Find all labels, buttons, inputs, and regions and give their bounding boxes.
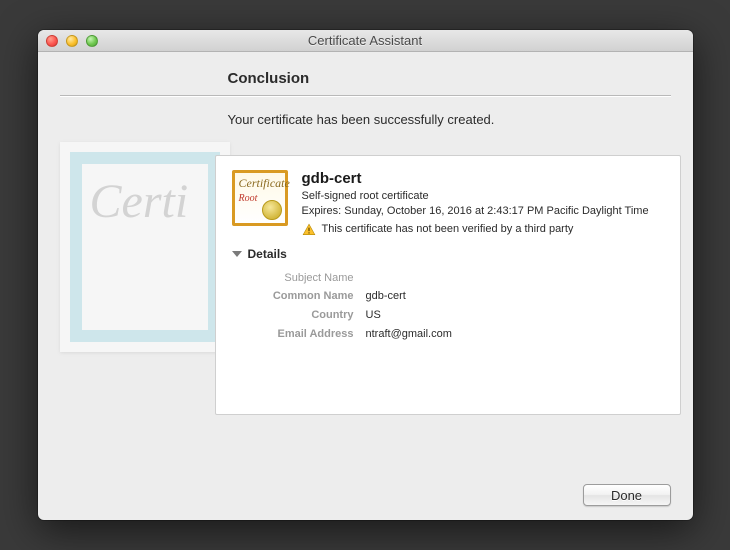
details-disclosure[interactable]: Details — [232, 247, 664, 261]
divider — [60, 95, 671, 96]
window-title: Certificate Assistant — [38, 33, 693, 48]
certificate-icon: Certificate Root — [232, 170, 288, 226]
minimize-icon[interactable] — [66, 35, 78, 47]
details-key: Email Address — [232, 325, 366, 344]
content-area: Certi Conclusion Your certificate has be… — [38, 52, 693, 520]
details-section: Subject Name — [232, 269, 366, 288]
details-value: gdb-cert — [366, 287, 406, 306]
details-row: Country US — [232, 306, 664, 325]
chevron-down-icon — [232, 251, 242, 257]
success-message: Your certificate has been successfully c… — [228, 112, 671, 127]
titlebar: Certificate Assistant — [38, 30, 693, 52]
certificate-type: Self-signed root certificate — [302, 189, 664, 204]
details-label: Details — [248, 247, 287, 261]
certificate-warning-text: This certificate has not been verified b… — [322, 222, 574, 237]
certificate-info: gdb-cert Self-signed root certificate Ex… — [302, 170, 664, 237]
warning-icon — [302, 223, 316, 237]
window-controls — [38, 35, 98, 47]
done-button[interactable]: Done — [583, 484, 671, 506]
details-row: Common Name gdb-cert — [232, 287, 664, 306]
certificate-panel: Certificate Root gdb-cert Self-signed ro… — [215, 155, 681, 415]
dialog-window: Certificate Assistant Certi Conclusion Y… — [38, 30, 693, 520]
page-title: Conclusion — [228, 70, 671, 87]
details-value: US — [366, 306, 381, 325]
details-row: Email Address ntraft@gmail.com — [232, 325, 664, 344]
seal-icon — [262, 200, 282, 220]
decorative-script-text: Certi — [90, 174, 189, 229]
certificate-decorative-image: Certi — [60, 142, 230, 352]
zoom-icon[interactable] — [86, 35, 98, 47]
certificate-header: Certificate Root gdb-cert Self-signed ro… — [232, 170, 664, 237]
footer: Done — [60, 472, 671, 506]
certificate-expires: Expires: Sunday, October 16, 2016 at 2:4… — [302, 204, 664, 219]
details-key: Common Name — [232, 287, 366, 306]
certificate-name: gdb-cert — [302, 170, 664, 187]
details-table: Subject Name Common Name gdb-cert Countr… — [232, 269, 664, 344]
details-key: Country — [232, 306, 366, 325]
certificate-warning: This certificate has not been verified b… — [302, 222, 664, 237]
close-icon[interactable] — [46, 35, 58, 47]
details-value: ntraft@gmail.com — [366, 325, 452, 344]
